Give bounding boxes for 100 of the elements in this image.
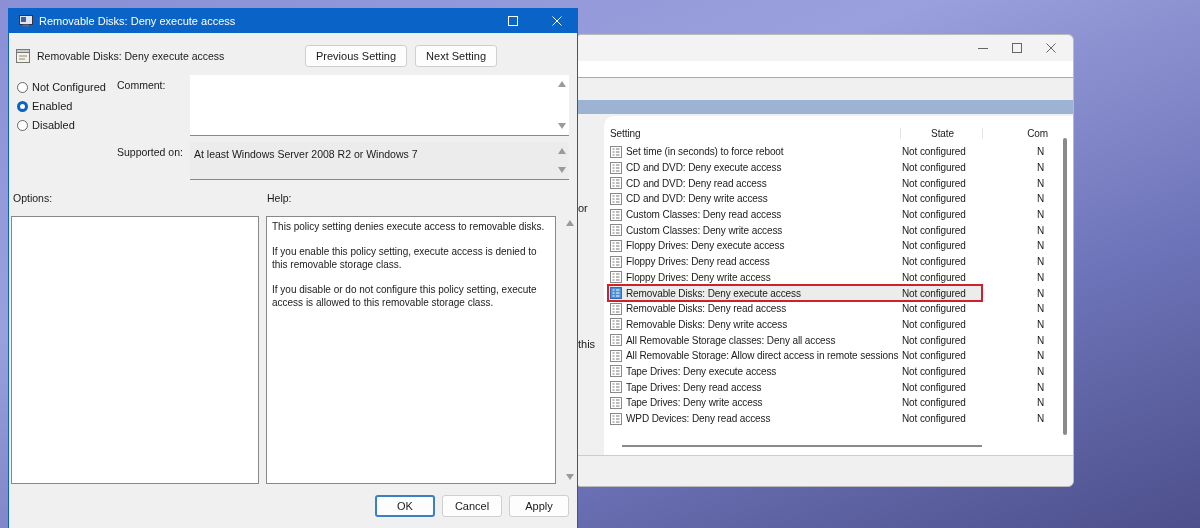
radio-option[interactable]: Enabled [17, 100, 117, 112]
table-cell-text: N [1035, 381, 1045, 393]
state-cell-text: Not configured [901, 287, 967, 299]
maximize-icon[interactable] [1011, 42, 1023, 54]
state-cell-text: Not configured [901, 318, 967, 330]
setting-name: CD and DVD: Deny execute access [626, 162, 782, 174]
app-icon [19, 15, 33, 27]
state-cell-text: Not configured [901, 209, 967, 221]
setting-name: Custom Classes: Deny read access [626, 209, 782, 221]
table-cell-text: N [1035, 318, 1045, 330]
policy-icon [610, 255, 622, 268]
comment-field[interactable] [190, 75, 569, 136]
setting-name: Tape Drives: Deny write access [626, 397, 763, 409]
column-header[interactable]: State [900, 127, 982, 139]
state-cell-text: Not configured [901, 240, 967, 252]
table-cell-text: N [1035, 287, 1045, 299]
setting-name: Tape Drives: Deny read access [626, 381, 762, 393]
scroll-down-icon[interactable] [558, 123, 566, 129]
scroll-up-icon[interactable] [558, 81, 566, 87]
policy-icon [610, 271, 622, 284]
state-cell-text: Not configured [901, 381, 967, 393]
state-cell-text: Not configured [901, 334, 967, 346]
setting-row[interactable]: Removable Disks: Deny read access Not configured N [608, 300, 1063, 317]
setting-name: All Removable Storage classes: Deny all access [626, 334, 836, 346]
state-cell-text: Not configured [901, 350, 967, 362]
setting-name: Floppy Drives: Deny execute access [626, 240, 785, 252]
setting-row[interactable]: Tape Drives: Deny read access Not configured N [608, 379, 1063, 395]
setting-row[interactable]: CD and DVD: Deny write access Not configured N [608, 191, 1063, 207]
setting-row[interactable]: Floppy Drives: Deny execute access Not configured N [608, 238, 1063, 254]
nav-button[interactable]: Previous Setting [304, 45, 408, 67]
policy-icon [610, 412, 622, 425]
setting-name: All Removable Storage: Allow direct access in remote sessions [626, 350, 899, 362]
state-cell-text: Not configured [901, 193, 967, 205]
state-cell-text: Not configured [901, 256, 967, 268]
table-cell-text: N [1035, 303, 1045, 315]
setting-row[interactable]: Removable Disks: Deny write access Not configured N [608, 316, 1063, 333]
nav-button[interactable]: Next Setting [415, 45, 497, 67]
setting-name: Tape Drives: Deny execute access [626, 365, 777, 377]
policy-icon [610, 161, 622, 174]
table-cell-text: N [1035, 193, 1045, 205]
table-cell-text: N [1035, 334, 1045, 346]
scroll-down-icon[interactable] [566, 474, 574, 480]
clipped-text: this [578, 338, 597, 350]
scroll-up-icon[interactable] [558, 148, 566, 154]
state-cell-text: Not configured [901, 224, 967, 236]
setting-row[interactable]: Floppy Drives: Deny read access Not configured N [608, 253, 1063, 270]
column-header[interactable]: Setting [608, 127, 900, 139]
setting-row[interactable]: Tape Drives: Deny execute access Not configured N [608, 363, 1063, 380]
setting-row[interactable]: All Removable Storage: Allow direct access in remote sessions Not configured N [608, 347, 1063, 364]
setting-row[interactable]: WPD Devices: Deny read access Not configured N [608, 410, 1063, 427]
policy-icon [610, 145, 622, 158]
supported-field: At least Windows Server 2008 R2 or Windows 7 [190, 142, 569, 180]
setting-row[interactable]: Custom Classes: Deny read access Not configured N [608, 206, 1063, 223]
state-cell-text: Not configured [901, 365, 967, 377]
table-cell-text: N [1035, 271, 1045, 283]
setting-name: Floppy Drives: Deny write access [626, 271, 771, 283]
table-cell-text: N [1035, 209, 1045, 221]
table-cell-text: N [1035, 365, 1045, 377]
setting-name: WPD Devices: Deny read access [626, 413, 771, 425]
clipped-text: or [578, 202, 589, 214]
policy-icon [610, 192, 622, 205]
scroll-down-icon[interactable] [558, 167, 566, 173]
setting-name: Custom Classes: Deny write access [626, 224, 783, 236]
setting-name: Removable Disks: Deny write access [626, 318, 788, 330]
policy-icon [610, 208, 622, 221]
radio-option[interactable]: Not Configured [17, 81, 117, 93]
table-cell-text: N [1035, 224, 1045, 236]
policy-icon [610, 287, 622, 300]
state-cell-text: Not configured [901, 413, 967, 425]
dialog-button[interactable]: Cancel [442, 495, 502, 517]
policy-icon [610, 224, 622, 237]
close-icon[interactable] [1045, 42, 1057, 54]
table-cell-text: N [1035, 256, 1045, 268]
scroll-up-icon[interactable] [566, 220, 574, 226]
policy-icon [15, 48, 31, 64]
supported-label: Supported on: [117, 145, 184, 160]
setting-row[interactable]: CD and DVD: Deny read access Not configured N [608, 175, 1063, 192]
setting-row[interactable]: CD and DVD: Deny execute access Not configured N [608, 159, 1063, 176]
column-header[interactable]: Com [982, 127, 1048, 139]
help-label: Help: [267, 192, 292, 206]
table-cell-text: N [1035, 177, 1045, 189]
policy-icon [610, 334, 622, 347]
help-text: If you enable this policy setting, execute access is denied to this removable storage class. [272, 245, 538, 271]
setting-row[interactable]: Tape Drives: Deny write access Not configured N [608, 395, 1063, 411]
table-cell-text: N [1035, 350, 1045, 362]
policy-icon [610, 381, 622, 394]
setting-row[interactable]: Floppy Drives: Deny write access Not configured N [608, 269, 1063, 286]
table-cell-text: N [1035, 397, 1045, 409]
policy-name: Removable Disks: Deny execute access [37, 50, 226, 62]
radio-option[interactable]: Disabled [17, 119, 117, 131]
setting-row[interactable]: Custom Classes: Deny write access Not configured N [608, 222, 1063, 239]
setting-row[interactable]: Set time (in seconds) to force reboot Not configured N [608, 144, 1063, 160]
table-cell-text: N [1035, 240, 1045, 252]
window-title: Removable Disks: Deny execute access [39, 15, 237, 27]
setting-row[interactable]: All Removable Storage classes: Deny all access Not configured N [608, 332, 1063, 348]
table-cell-text: N [1035, 162, 1045, 174]
dialog-button[interactable]: OK [375, 495, 435, 517]
state-cell-text: Not configured [901, 303, 967, 315]
help-text: This policy setting denies execute access to removable disks. [272, 220, 546, 233]
dialog-button[interactable]: Apply [509, 495, 569, 517]
